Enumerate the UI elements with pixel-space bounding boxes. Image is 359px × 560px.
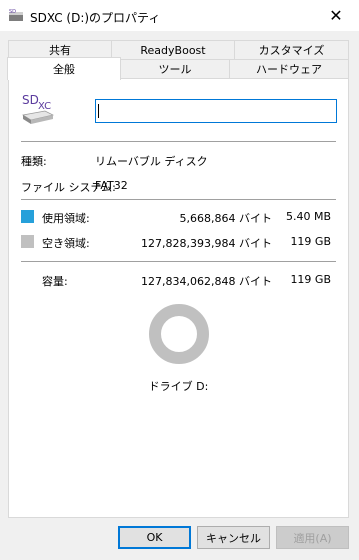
- used-space-swatch: [21, 210, 34, 223]
- used-space-bytes: 5,668,864 バイト: [179, 212, 272, 225]
- free-space-bytes: 127,828,393,984 バイト: [141, 237, 272, 250]
- sdxc-drive-icon: SD XC: [22, 93, 55, 124]
- dialog-client: 共有 ReadyBoost カスタマイズ ツール ハードウェア SD XC 種類…: [0, 31, 359, 560]
- capacity-label: 容量:: [42, 275, 68, 288]
- svg-text:XC: XC: [38, 101, 51, 112]
- cancel-button-label: キャンセル: [206, 531, 261, 545]
- title-bar: SD SDXC (D:)のプロパティ ✕: [0, 0, 359, 31]
- drive-label: ドライブ D:: [148, 380, 209, 393]
- capacity-size: 119 GB: [290, 273, 331, 286]
- tab-label: ハードウェア: [256, 63, 322, 76]
- free-space-size: 119 GB: [290, 235, 331, 248]
- tab-label: カスタマイズ: [258, 44, 325, 57]
- used-space-size: 5.40 MB: [285, 210, 331, 223]
- capacity-bytes: 127,834,062,848 バイト: [141, 275, 272, 288]
- tab-general[interactable]: 全般: [7, 57, 121, 80]
- separator: [21, 141, 336, 142]
- tab-label: 共有: [49, 44, 71, 57]
- tab-label: ツール: [158, 63, 192, 76]
- text-caret: [98, 104, 99, 118]
- free-space-ring: [149, 304, 209, 364]
- tab-label: ReadyBoost: [140, 43, 206, 57]
- apply-button-label: 適用(A): [293, 531, 332, 545]
- tab-readyboost[interactable]: ReadyBoost: [111, 40, 235, 60]
- filesystem-value: FAT32: [95, 179, 128, 192]
- type-label: 種類:: [21, 155, 47, 168]
- type-value: リムーバブル ディスク: [95, 155, 208, 168]
- drive-name-input[interactable]: [95, 99, 337, 123]
- general-panel: SD XC 種類: リムーバブル ディスク ファイル システム: FAT32 使…: [8, 78, 349, 518]
- sd-drive-icon: SD: [9, 9, 23, 21]
- apply-button[interactable]: 適用(A): [276, 526, 349, 549]
- tab-customize[interactable]: カスタマイズ: [234, 40, 349, 60]
- ok-button[interactable]: OK: [118, 526, 191, 549]
- usage-donut-chart: [149, 304, 209, 364]
- free-space-swatch: [21, 235, 34, 248]
- close-button[interactable]: ✕: [313, 0, 359, 31]
- separator: [21, 199, 336, 200]
- used-space-label: 使用領域:: [42, 212, 90, 225]
- tab-hardware[interactable]: ハードウェア: [229, 59, 349, 79]
- cancel-button[interactable]: キャンセル: [197, 526, 270, 549]
- svg-text:SD: SD: [9, 9, 16, 15]
- svg-text:SD: SD: [22, 93, 39, 107]
- close-icon: ✕: [329, 6, 343, 25]
- tab-label: 全般: [53, 63, 75, 76]
- separator: [21, 261, 336, 262]
- tab-tools[interactable]: ツール: [120, 59, 230, 79]
- window-title: SDXC (D:)のプロパティ: [30, 11, 161, 25]
- free-space-label: 空き領域:: [42, 237, 90, 250]
- ok-button-label: OK: [146, 531, 163, 544]
